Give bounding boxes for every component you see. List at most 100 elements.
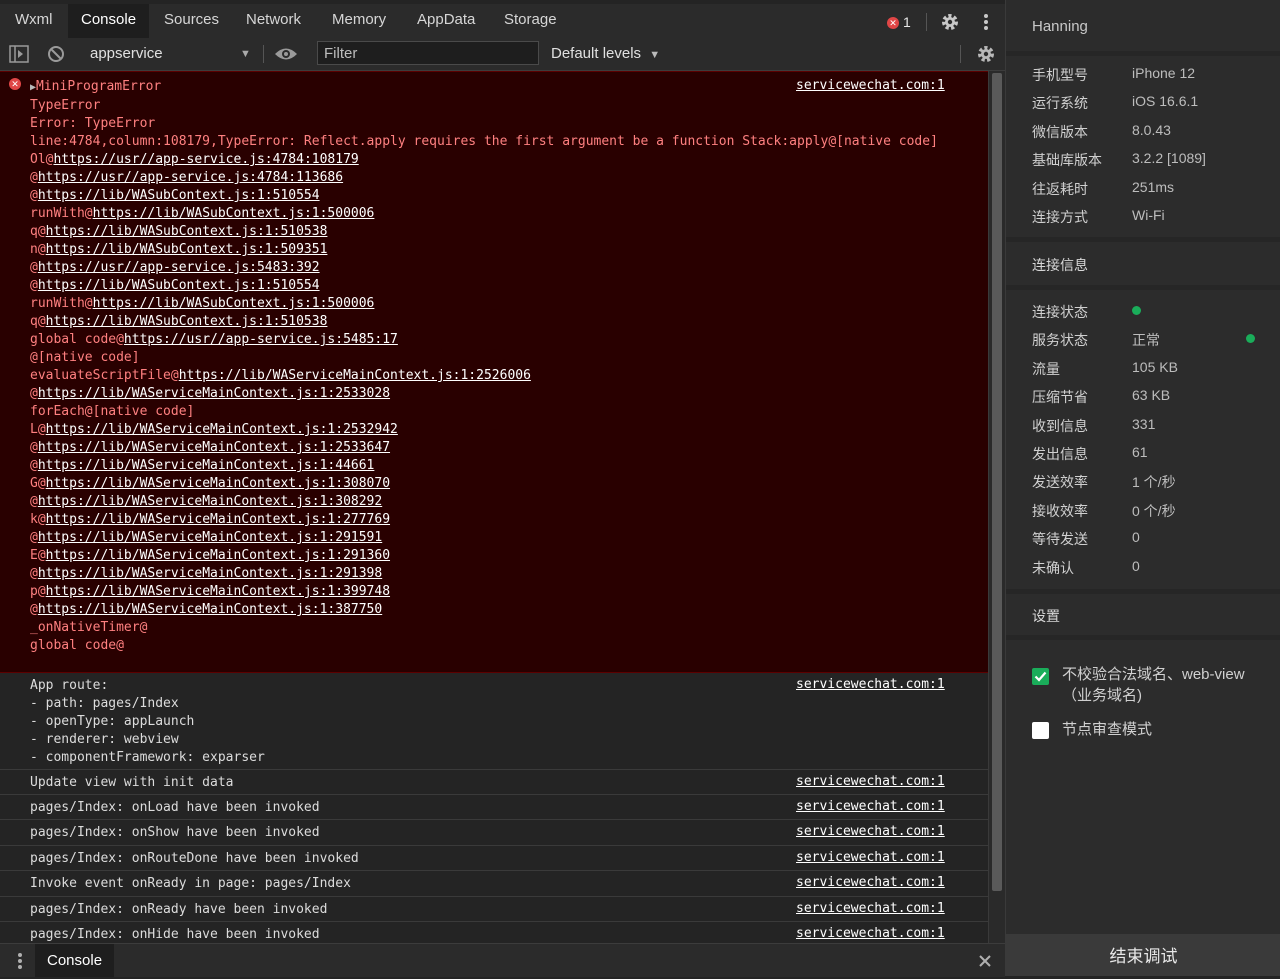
message-source-link[interactable]: servicewechat.com:1 bbox=[796, 926, 945, 941]
info-key: 流量 bbox=[1032, 360, 1060, 377]
message-source-link[interactable]: servicewechat.com:1 bbox=[796, 875, 945, 890]
info-value: 3.2.2 [1089] bbox=[1132, 150, 1206, 167]
tab-memory[interactable]: Memory bbox=[332, 4, 386, 38]
log-levels-dropdown[interactable]: Default levels ▼ bbox=[551, 45, 660, 62]
stack-frame-function: q@ bbox=[30, 314, 46, 329]
tab-wxml[interactable]: Wxml bbox=[15, 4, 53, 38]
stack-frame-link[interactable]: https://lib/WAServiceMainContext.js:1:38… bbox=[38, 602, 382, 617]
stack-frame: forEach@[native code] bbox=[30, 403, 950, 421]
stack-frame-link[interactable]: https://lib/WASubContext.js:1:500006 bbox=[93, 206, 375, 221]
tab-sources[interactable]: Sources bbox=[164, 4, 219, 38]
message-source-link[interactable]: servicewechat.com:1 bbox=[796, 850, 945, 865]
stack-frame-function: runWith@ bbox=[30, 296, 93, 311]
message-source-link[interactable]: servicewechat.com:1 bbox=[796, 677, 945, 692]
stack-frame-function: forEach@[native code] bbox=[30, 404, 195, 419]
stack-frame: q@https://lib/WASubContext.js:1:510538 bbox=[30, 313, 950, 331]
stack-frame: runWith@https://lib/WASubContext.js:1:50… bbox=[30, 205, 950, 223]
divider bbox=[1006, 237, 1280, 242]
stack-frame-link[interactable]: https://lib/WAServiceMainContext.js:1:25… bbox=[38, 440, 390, 455]
stack-frame-function: q@ bbox=[30, 224, 46, 239]
stack-frame: @https://lib/WASubContext.js:1:510554 bbox=[30, 277, 950, 295]
log-message-text: Invoke event onReady in page: pages/Inde… bbox=[30, 876, 351, 891]
stack-frame-link[interactable]: https://lib/WAServiceMainContext.js:1:30… bbox=[38, 494, 382, 509]
stack-frame: @https://usr//app-service.js:5483:392 bbox=[30, 259, 950, 277]
tab-bar: Wxml Console Sources Network Memory AppD… bbox=[0, 4, 1005, 39]
log-message: pages/Index: onHide have been invoked ser… bbox=[0, 922, 988, 943]
close-icon[interactable] bbox=[978, 954, 992, 968]
sidebar-toggle-icon[interactable] bbox=[9, 45, 29, 63]
filter-input[interactable] bbox=[317, 41, 539, 65]
skip-domain-check-checkbox[interactable] bbox=[1032, 668, 1049, 685]
stack-frame-link[interactable]: https://lib/WAServiceMainContext.js:1:25… bbox=[38, 386, 390, 401]
more-options-icon[interactable] bbox=[983, 13, 989, 31]
stack-frame-function: p@ bbox=[30, 584, 46, 599]
stack-frame-function: @ bbox=[30, 566, 38, 581]
stack-frame-function: @ bbox=[30, 494, 38, 509]
drawer-tab-console[interactable]: Console bbox=[35, 944, 115, 977]
drawer-menu-icon[interactable] bbox=[17, 952, 23, 970]
stack-frame-function: @ bbox=[30, 188, 38, 203]
node-inspect-checkbox[interactable] bbox=[1032, 722, 1049, 739]
log-message-text: pages/Index: onRouteDone have been invok… bbox=[30, 851, 359, 866]
end-debug-button[interactable]: 结束调试 bbox=[1006, 934, 1280, 976]
stack-frame-link[interactable]: https://lib/WASubContext.js:1:510554 bbox=[38, 188, 320, 203]
info-key: 服务状态 bbox=[1032, 332, 1088, 349]
stack-frame-link[interactable]: https://lib/WAServiceMainContext.js:1:29… bbox=[46, 548, 390, 563]
stack-frame-link[interactable]: https://usr//app-service.js:5483:392 bbox=[38, 260, 320, 275]
stack-frame: @https://lib/WAServiceMainContext.js:1:2… bbox=[30, 565, 950, 583]
clear-console-icon[interactable] bbox=[47, 45, 65, 63]
remote-debug-panel: Hanning 手机型号 iPhone 12 运行系统 iOS 16.6.1 微信版本 8… bbox=[1005, 0, 1280, 976]
stack-frame-link[interactable]: https://lib/WAServiceMainContext.js:1:29… bbox=[38, 530, 382, 545]
log-message-text: App route: - path: pages/Index - openTyp… bbox=[30, 678, 265, 765]
stack-frame-link[interactable]: https://usr//app-service.js:5485:17 bbox=[124, 332, 398, 347]
stack-frame-link[interactable]: https://usr//app-service.js:4784:113686 bbox=[38, 170, 343, 185]
stack-frame-function: @ bbox=[30, 386, 38, 401]
stack-frame-link[interactable]: https://lib/WAServiceMainContext.js:1:29… bbox=[38, 566, 382, 581]
eye-icon[interactable] bbox=[274, 46, 298, 62]
info-value: 0 bbox=[1132, 529, 1140, 546]
settings-gear-icon[interactable] bbox=[940, 12, 960, 32]
stack-frame-link[interactable]: https://lib/WAServiceMainContext.js:1:30… bbox=[46, 476, 390, 491]
scrollbar-thumb[interactable] bbox=[992, 73, 1002, 891]
stack-frame-link[interactable]: https://lib/WAServiceMainContext.js:1:39… bbox=[46, 584, 390, 599]
divider bbox=[1006, 635, 1280, 640]
stack-frame-link[interactable]: https://lib/WAServiceMainContext.js:1:25… bbox=[46, 422, 398, 437]
message-source-link[interactable]: servicewechat.com:1 bbox=[796, 774, 945, 789]
message-source-link[interactable]: servicewechat.com:1 bbox=[796, 901, 945, 916]
stack-frame-link[interactable]: https://lib/WAServiceMainContext.js:1:27… bbox=[46, 512, 390, 527]
stack-frame-link[interactable]: https://lib/WASubContext.js:1:509351 bbox=[46, 242, 328, 257]
stack-frame-function: G@ bbox=[30, 476, 46, 491]
stack-frame: n@https://lib/WASubContext.js:1:509351 bbox=[30, 241, 950, 259]
stack-frame-link[interactable]: https://lib/WASubContext.js:1:510554 bbox=[38, 278, 320, 293]
error-message: ✕ servicewechat.com:1 ▶MiniProgramError … bbox=[0, 71, 988, 673]
info-key: 接收效率 bbox=[1032, 502, 1088, 519]
stack-frame-function: runWith@ bbox=[30, 206, 93, 221]
stack-frame-link[interactable]: https://lib/WASubContext.js:1:500006 bbox=[93, 296, 375, 311]
error-count: 1 bbox=[903, 14, 911, 30]
divider bbox=[1006, 51, 1280, 56]
tab-appdata[interactable]: AppData bbox=[417, 4, 475, 38]
console-settings-gear-icon[interactable] bbox=[976, 44, 996, 64]
tab-network[interactable]: Network bbox=[246, 4, 301, 38]
stack-frame: global code@https://usr//app-service.js:… bbox=[30, 331, 950, 349]
error-title-row[interactable]: ▶MiniProgramError bbox=[30, 78, 950, 97]
info-key: 运行系统 bbox=[1032, 95, 1088, 112]
console-scrollbar[interactable] bbox=[988, 71, 1006, 943]
settings-title: 设置 bbox=[1032, 608, 1060, 624]
stack-frame-function: @ bbox=[30, 170, 38, 185]
log-message: Update view with init data servicewechat.… bbox=[0, 770, 988, 795]
stack-frame-link[interactable]: https://lib/WAServiceMainContext.js:1:25… bbox=[179, 368, 531, 383]
info-value: 1 个/秒 bbox=[1132, 474, 1176, 491]
stack-frame: @https://lib/WAServiceMainContext.js:1:2… bbox=[30, 385, 950, 403]
error-count-badge[interactable]: ✕ 1 bbox=[887, 14, 911, 30]
context-select[interactable]: appservice ▼ bbox=[90, 43, 251, 65]
log-message-text: pages/Index: onReady have been invoked bbox=[30, 902, 328, 917]
message-source-link[interactable]: servicewechat.com:1 bbox=[796, 799, 945, 814]
tab-storage[interactable]: Storage bbox=[504, 4, 557, 38]
stack-frame-link[interactable]: https://lib/WASubContext.js:1:510538 bbox=[46, 224, 328, 239]
stack-frame-link[interactable]: https://usr//app-service.js:4784:108179 bbox=[53, 152, 358, 167]
message-source-link[interactable]: servicewechat.com:1 bbox=[796, 824, 945, 839]
tab-console[interactable]: Console bbox=[68, 4, 150, 38]
stack-frame-link[interactable]: https://lib/WAServiceMainContext.js:1:44… bbox=[38, 458, 375, 473]
stack-frame-link[interactable]: https://lib/WASubContext.js:1:510538 bbox=[46, 314, 328, 329]
